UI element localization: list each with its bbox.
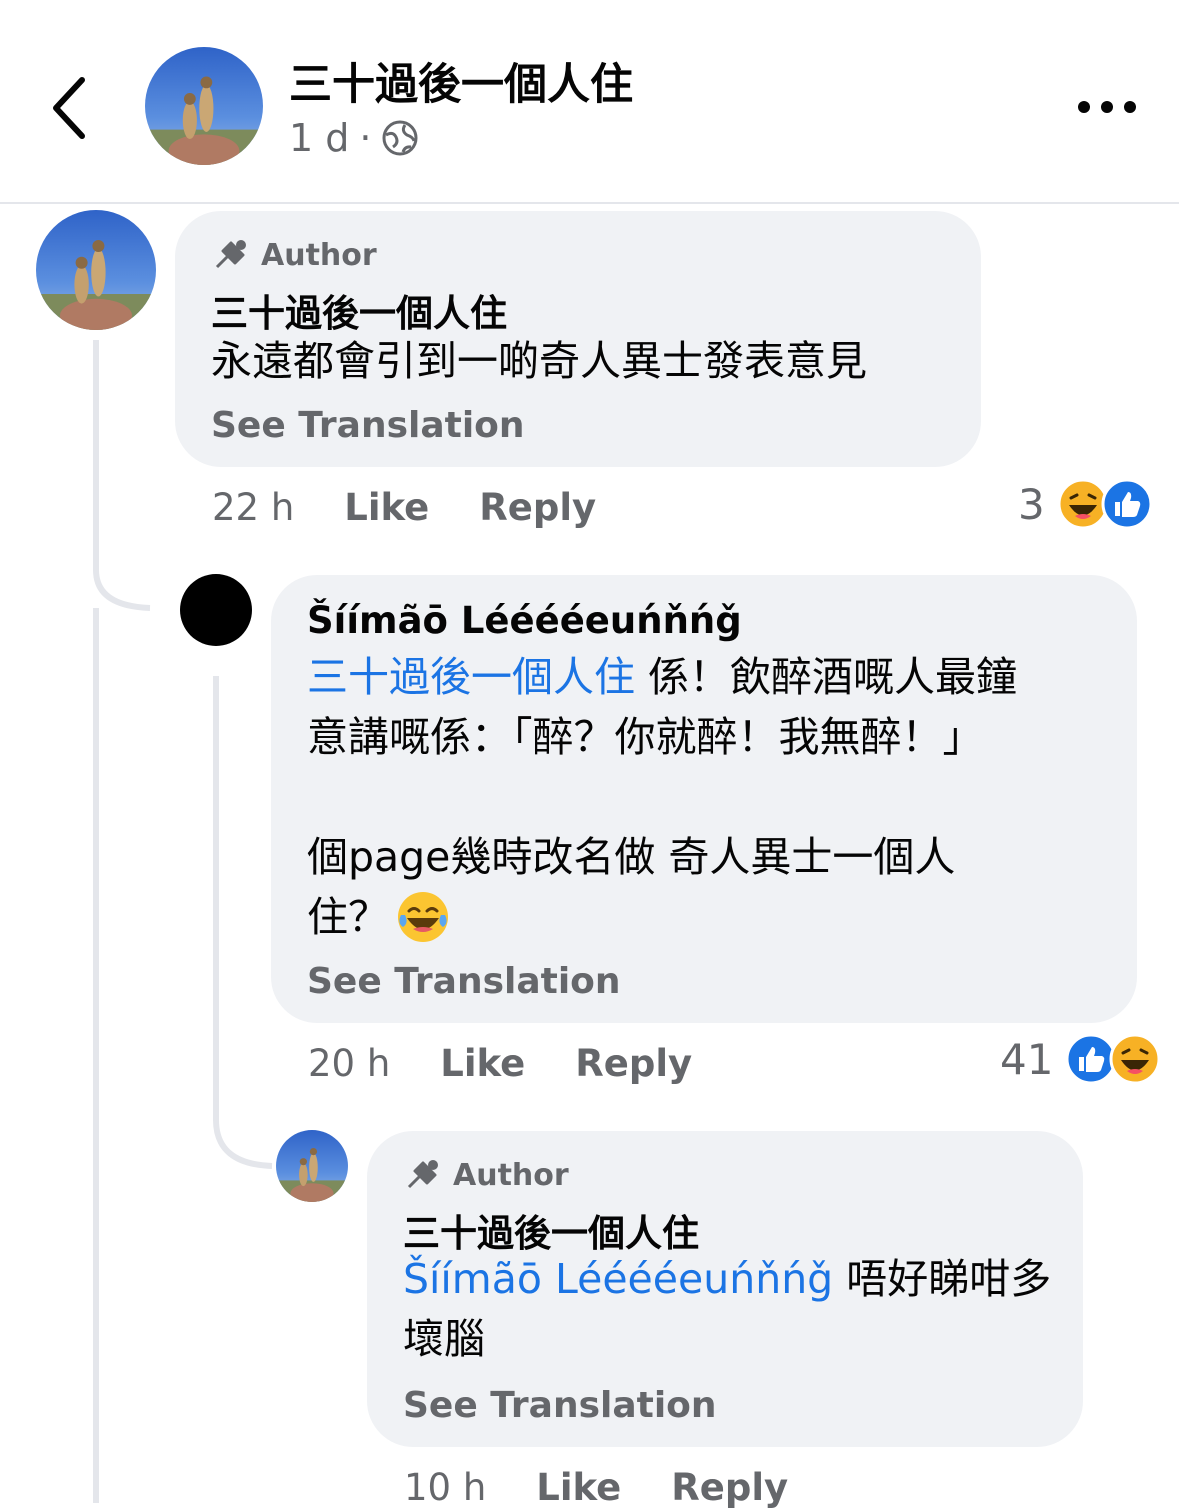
megaphone-icon: [215, 240, 246, 269]
comment-time[interactable]: 20 h: [308, 1042, 390, 1085]
reaction-summary[interactable]: 41: [1000, 1033, 1161, 1085]
comment-text-line: 住？: [307, 893, 389, 941]
comment-text: 三十過後一個人住 係！飲醉酒嘅人最鐘 意講嘅係：「醉？你就醉！我無醉！」 個pa…: [307, 647, 1119, 947]
author-badge: Author: [405, 1157, 569, 1193]
reaction-count: 3: [1018, 479, 1045, 529]
like-button[interactable]: Like: [440, 1042, 525, 1085]
commenter-name[interactable]: 三十過後一個人住: [211, 283, 507, 337]
comment-actions: 22 h Like Reply: [212, 486, 596, 529]
haha-icon: [1109, 1033, 1161, 1085]
laugh-tears-emoji: [398, 892, 448, 942]
comment-text-line: 唔好睇咁多: [833, 1255, 1052, 1303]
author-badge-label: Author: [261, 237, 377, 273]
mention-link[interactable]: 三十過後一個人住: [307, 653, 635, 701]
comment-text-line: 個page幾時改名做 奇人異士一個人: [307, 833, 956, 881]
see-translation-link[interactable]: See Translation: [403, 1385, 717, 1426]
author-badge-label: Author: [453, 1157, 569, 1193]
comment-time[interactable]: 22 h: [212, 486, 294, 529]
commenter-avatar[interactable]: [180, 574, 252, 646]
commenter-avatar[interactable]: [36, 210, 156, 330]
reaction-summary[interactable]: 3: [1018, 478, 1153, 530]
comment-bubble: Author 三十過後一個人住 永遠都會引到一啲奇人異士發表意見 See Tra…: [175, 211, 981, 467]
comment-bubble: Šíímãō Lééééeuńňńǧ 三十過後一個人住 係！飲醉酒嘅人最鐘 意講…: [271, 575, 1137, 1023]
see-translation-link[interactable]: See Translation: [211, 405, 525, 446]
megaphone-icon: [407, 1160, 438, 1189]
commenter-avatar[interactable]: [276, 1130, 348, 1202]
comment-actions: 20 h Like Reply: [308, 1042, 692, 1085]
comment-text: 永遠都會引到一啲奇人異士發表意見: [211, 337, 867, 385]
reply-button[interactable]: Reply: [479, 486, 596, 529]
comment-bubble: Author 三十過後一個人住 Šíímãō Lééééeuńňńǧ 唔好睇咁多…: [367, 1131, 1083, 1447]
like-button[interactable]: Like: [344, 486, 429, 529]
comment-text-line: 係！飲醉酒嘅人最鐘: [635, 653, 1018, 701]
commenter-name[interactable]: Šíímãō Lééééeuńňńǧ: [307, 599, 742, 642]
reaction-count: 41: [1000, 1034, 1054, 1084]
see-translation-link[interactable]: See Translation: [307, 961, 621, 1002]
author-badge: Author: [213, 237, 377, 273]
comment-text: Šíímãō Lééééeuńňńǧ 唔好睇咁多 壞腦: [403, 1249, 1073, 1369]
comment-text-line: 意講嘅係：「醉？你就醉！我無醉！」: [307, 713, 984, 761]
mention-link[interactable]: Šíímãō Lééééeuńňńǧ: [403, 1255, 833, 1303]
reply-button[interactable]: Reply: [575, 1042, 692, 1085]
like-icon: [1101, 478, 1153, 530]
comment-text-line: 壞腦: [403, 1315, 485, 1363]
